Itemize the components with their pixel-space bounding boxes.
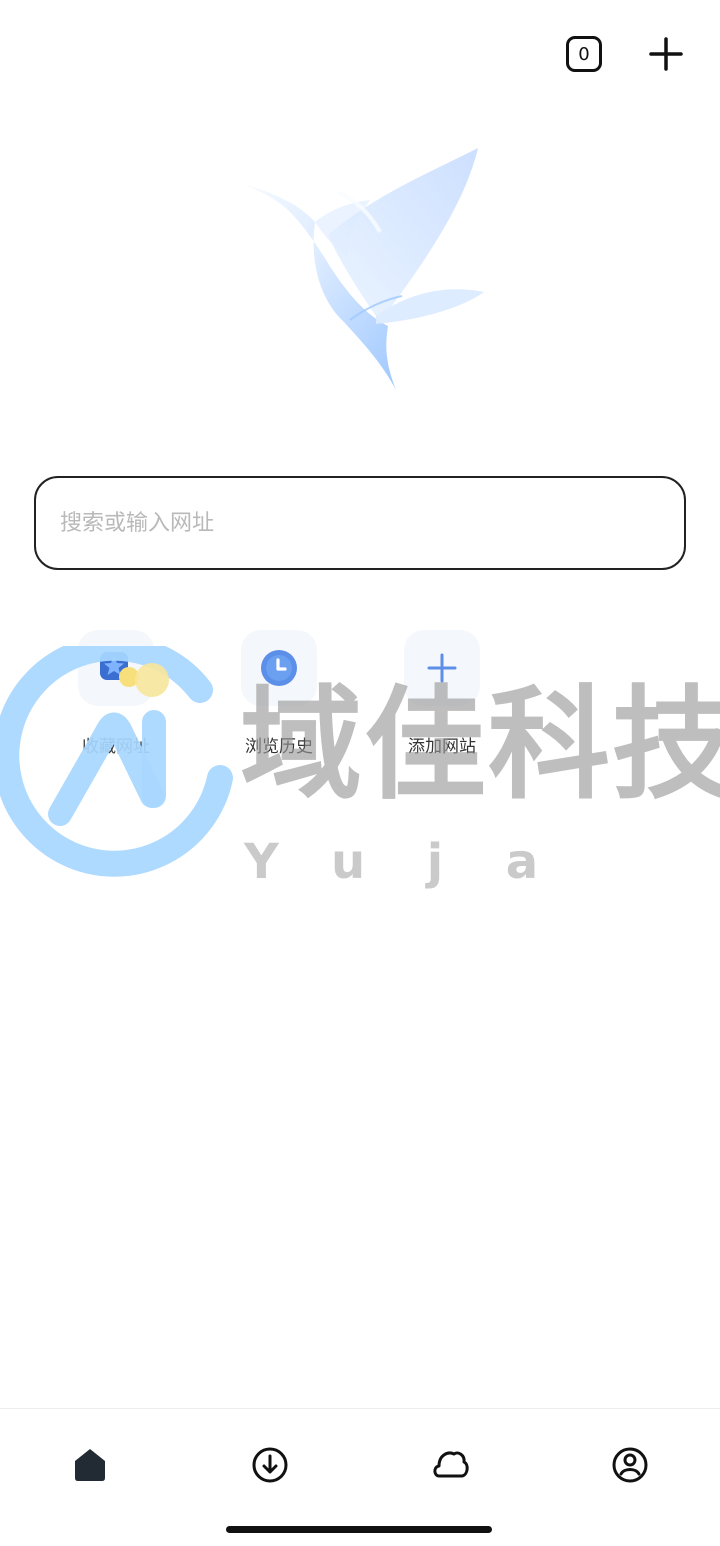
nav-cloud-button[interactable]	[426, 1441, 474, 1489]
watermark-subtitle: Y u j a	[244, 834, 539, 890]
download-icon	[252, 1447, 288, 1483]
tab-counter-button[interactable]: 0	[566, 36, 602, 72]
watermark-letter: j	[426, 834, 444, 890]
home-indicator	[226, 1526, 492, 1533]
bookmarks-tile[interactable]	[78, 630, 154, 706]
bookmark-star-icon	[100, 652, 139, 687]
browser-home-page: 0 搜索或输入网址 收藏网址 浏览历史 添加网站 域佳科技 Y u j a	[0, 0, 720, 1546]
tab-count: 0	[578, 43, 590, 65]
add-site-tile[interactable]	[404, 630, 480, 706]
nav-download-button[interactable]	[246, 1441, 294, 1489]
history-tile[interactable]	[241, 630, 317, 706]
new-tab-button[interactable]	[646, 34, 686, 74]
shortcut-label: 浏览历史	[245, 737, 313, 757]
shortcut-add-site[interactable]: 添加网站	[377, 630, 507, 760]
shortcut-label: 添加网站	[408, 737, 476, 757]
status-bar-remnant	[0, 0, 720, 8]
nav-profile-button[interactable]	[606, 1441, 654, 1489]
shortcut-label: 收藏网址	[82, 737, 150, 757]
shortcut-bookmarks[interactable]: 收藏网址	[51, 630, 181, 760]
watermark-letter: Y	[244, 834, 279, 890]
hummingbird-logo	[230, 140, 490, 400]
plus-icon	[427, 653, 457, 683]
watermark-letter: u	[331, 834, 366, 890]
search-bar[interactable]	[34, 476, 686, 570]
hummingbird-icon	[238, 148, 484, 390]
shortcut-history[interactable]: 浏览历史	[214, 630, 344, 760]
cloud-icon	[433, 1451, 469, 1478]
search-input[interactable]	[58, 509, 662, 537]
history-clock-icon	[261, 650, 297, 686]
nav-home-button[interactable]	[66, 1441, 114, 1489]
plus-icon	[649, 37, 683, 71]
home-icon	[75, 1449, 105, 1481]
watermark-letter: a	[505, 834, 539, 890]
profile-icon	[612, 1447, 648, 1483]
